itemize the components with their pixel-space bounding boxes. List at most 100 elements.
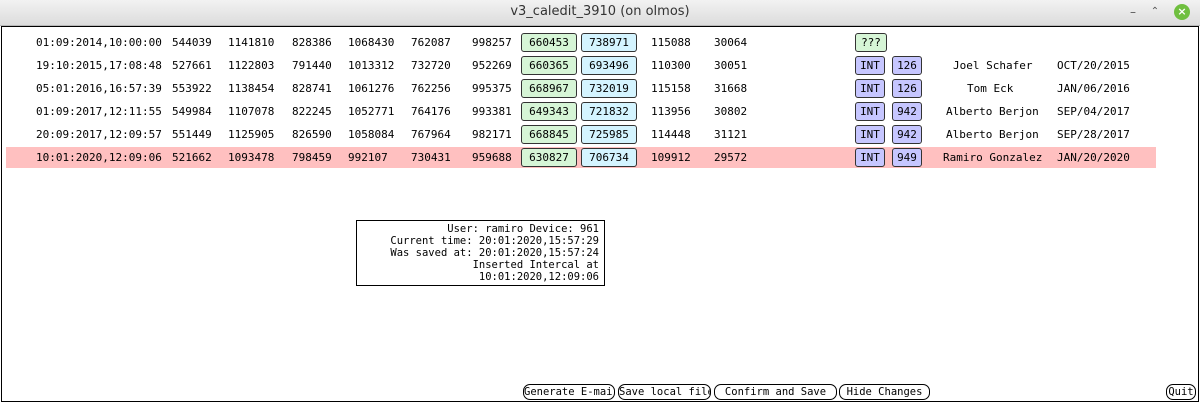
confirm-and-save-button[interactable]: Confirm and Save (714, 384, 837, 400)
row-value: 828386 (292, 36, 332, 49)
table-row[interactable]: 01:09:2014,10:00:00 544039 1141810 82838… (6, 32, 1156, 53)
row-save-date: SEP/04/2017 (1057, 105, 1130, 118)
save-local-file-button[interactable]: Save local file (618, 384, 711, 400)
row-save-date: SEP/28/2017 (1057, 128, 1130, 141)
unknown-tag-badge[interactable]: ??? (855, 33, 887, 52)
device-badge[interactable]: 126 (892, 56, 922, 75)
row-value: 767964 (411, 128, 451, 141)
row-user-name: Ramiro Gonzalez (943, 151, 1043, 164)
row-value: 544039 (172, 36, 212, 49)
row-value: 732720 (411, 59, 451, 72)
row-value: 110300 (651, 59, 691, 72)
green-value-box[interactable]: 660453 (521, 33, 577, 52)
hide-changes-button[interactable]: Hide Changes (839, 384, 930, 400)
cyan-value-box[interactable]: 693496 (581, 56, 637, 75)
generate-email-button[interactable]: Generate E-mail (523, 384, 615, 400)
row-user-name: Alberto Berjon (946, 128, 1039, 141)
maximize-icon[interactable]: ⌃ (1146, 3, 1164, 21)
device-badge[interactable]: 126 (892, 79, 922, 98)
row-user-name: Tom Eck (967, 82, 1014, 95)
device-badge[interactable]: 942 (892, 102, 922, 121)
info-current-time: Current time: 20:01:2020,15:57:29 (390, 235, 599, 247)
row-value: 31121 (714, 128, 748, 141)
int-tag-badge[interactable]: INT (855, 102, 885, 121)
cyan-value-box[interactable]: 721832 (581, 102, 637, 121)
row-value: 30051 (714, 59, 748, 72)
device-badge[interactable]: 942 (892, 125, 922, 144)
cyan-value-box[interactable]: 738971 (581, 33, 637, 52)
row-value: 1052771 (348, 105, 395, 118)
row-date: 05:01:2016,16:57:39 (36, 82, 162, 95)
row-date: 01:09:2017,12:11:55 (36, 105, 162, 118)
row-save-date: JAN/06/2016 (1057, 82, 1130, 95)
row-value: 109912 (651, 151, 691, 164)
row-value: 998257 (472, 36, 512, 49)
cyan-value-box[interactable]: 732019 (581, 79, 637, 98)
green-value-box[interactable]: 668967 (521, 79, 577, 98)
row-value: 1068430 (348, 36, 395, 49)
green-value-box[interactable]: 668845 (521, 125, 577, 144)
info-user: User: ramiro Device: 961 (447, 223, 599, 235)
row-value: 762256 (411, 82, 451, 95)
window-titlebar[interactable]: v3_caledit_3910 (on olmos) – ⌃ × (0, 0, 1200, 26)
int-tag-badge[interactable]: INT (855, 148, 885, 167)
row-value: 549984 (172, 105, 212, 118)
table-row-selected[interactable]: 10:01:2020,12:09:06 521662 1093478 79845… (6, 147, 1156, 168)
window-title: v3_caledit_3910 (on olmos) (510, 4, 690, 19)
row-value: 551449 (172, 128, 212, 141)
int-tag-badge[interactable]: INT (855, 125, 885, 144)
green-value-box[interactable]: 649343 (521, 102, 577, 121)
green-value-box[interactable]: 660365 (521, 56, 577, 75)
row-value: 764176 (411, 105, 451, 118)
row-value: 828741 (292, 82, 332, 95)
quit-button[interactable]: Quit (1166, 384, 1196, 400)
row-user-name: Joel Schafer (953, 59, 1033, 72)
row-value: 553922 (172, 82, 212, 95)
row-value: 1125905 (228, 128, 275, 141)
info-panel: User: ramiro Device: 961 Current time: 2… (356, 220, 605, 286)
table-row[interactable]: 19:10:2015,17:08:48 527661 1122803 79144… (6, 55, 1156, 76)
table-row[interactable]: 01:09:2017,12:11:55 549984 1107078 82224… (6, 101, 1156, 122)
minimize-icon[interactable]: – (1124, 3, 1142, 21)
row-value: 982171 (472, 128, 512, 141)
row-value: 521662 (172, 151, 212, 164)
row-date: 01:09:2014,10:00:00 (36, 36, 162, 49)
row-value: 31668 (714, 82, 748, 95)
row-value: 527661 (172, 59, 212, 72)
row-save-date: JAN/20/2020 (1057, 151, 1130, 164)
int-tag-badge[interactable]: INT (855, 56, 885, 75)
row-value: 113956 (651, 105, 691, 118)
row-value: 1061276 (348, 82, 395, 95)
device-badge[interactable]: 949 (892, 148, 922, 167)
row-value: 995375 (472, 82, 512, 95)
row-value: 114448 (651, 128, 691, 141)
cyan-value-box[interactable]: 725985 (581, 125, 637, 144)
info-inserted: Inserted Intercal at 10:01:2020,12:09:06 (472, 259, 599, 283)
table-row[interactable]: 20:09:2017,12:09:57 551449 1125905 82659… (6, 124, 1156, 145)
green-value-box[interactable]: 630827 (521, 148, 577, 167)
row-value: 1138454 (228, 82, 275, 95)
row-value: 992107 (348, 151, 388, 164)
row-value: 952269 (472, 59, 512, 72)
row-value: 30064 (714, 36, 748, 49)
row-value: 115158 (651, 82, 691, 95)
row-value: 1058084 (348, 128, 395, 141)
close-icon[interactable]: × (1174, 4, 1190, 20)
row-value: 115088 (651, 36, 691, 49)
int-tag-badge[interactable]: INT (855, 79, 885, 98)
row-value: 30802 (714, 105, 748, 118)
calibration-panel: 01:09:2014,10:00:00 544039 1141810 82838… (1, 26, 1199, 402)
row-value: 730431 (411, 151, 451, 164)
row-value: 993381 (472, 105, 512, 118)
row-value: 791440 (292, 59, 332, 72)
row-value: 1141810 (228, 36, 275, 49)
row-date: 10:01:2020,12:09:06 (36, 151, 162, 164)
row-value: 762087 (411, 36, 451, 49)
row-value: 822245 (292, 105, 332, 118)
row-value: 29572 (714, 151, 748, 164)
info-saved-at: Was saved at: 20:01:2020,15:57:24 (390, 247, 599, 259)
cyan-value-box[interactable]: 706734 (581, 148, 637, 167)
row-value: 1093478 (228, 151, 275, 164)
row-user-name: Alberto Berjon (946, 105, 1039, 118)
table-row[interactable]: 05:01:2016,16:57:39 553922 1138454 82874… (6, 78, 1156, 99)
